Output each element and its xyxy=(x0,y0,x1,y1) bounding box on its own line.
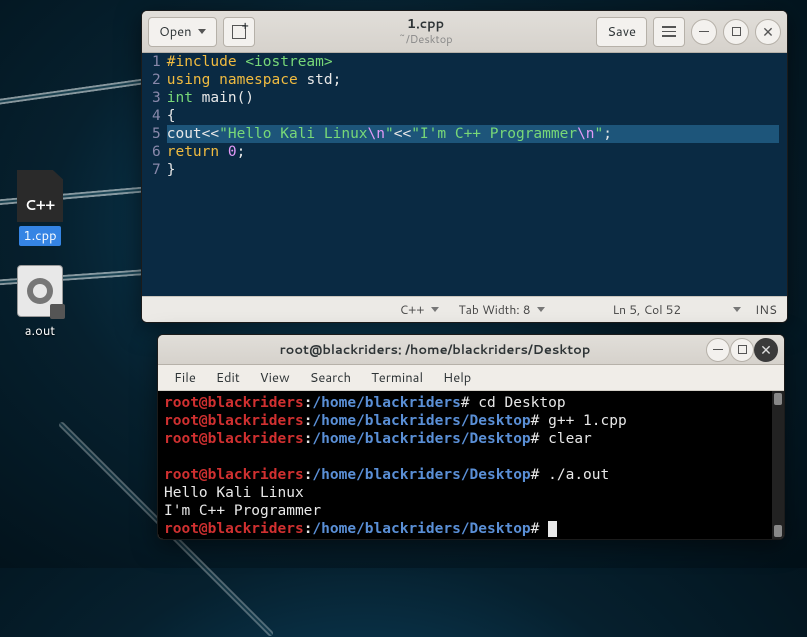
desktop-icon-aout[interactable]: a.out xyxy=(5,265,75,341)
code-content[interactable]: #include <iostream>using namespace std;i… xyxy=(167,53,787,296)
terminal-title: root@blackriders: /home/blackriders/Desk… xyxy=(164,341,706,359)
code-line[interactable]: int main() xyxy=(167,89,779,107)
cpp-file-icon: C++ xyxy=(17,170,63,222)
open-button-label: Open xyxy=(159,23,192,41)
language-selector[interactable]: C++ xyxy=(394,301,445,318)
chevron-down-icon xyxy=(198,29,206,34)
code-line[interactable]: #include <iostream> xyxy=(167,53,779,71)
terminal-line: root@blackriders:/home/blackriders/Deskt… xyxy=(164,466,778,484)
editor-title: 1.cpp ~/Desktop xyxy=(261,17,591,46)
maximize-button[interactable] xyxy=(723,19,749,45)
terminal-line: I'm C++ Programmer xyxy=(164,502,778,520)
chevron-down-icon xyxy=(537,307,545,312)
maximize-icon xyxy=(732,27,741,36)
terminal-scrollbar[interactable] xyxy=(772,391,784,539)
new-document-icon xyxy=(232,25,246,39)
save-button-label: Save xyxy=(607,23,636,41)
terminal-menubar: FileEditViewSearchTerminalHelp xyxy=(158,365,784,391)
gedit-window: Open 1.cpp ~/Desktop Save ✕ 1234567 #inc… xyxy=(141,10,788,323)
code-editor[interactable]: 1234567 #include <iostream>using namespa… xyxy=(142,53,787,296)
executable-icon xyxy=(17,265,63,317)
menu-item-search[interactable]: Search xyxy=(302,366,359,390)
menu-item-file[interactable]: File xyxy=(166,366,204,390)
desktop-icon-label: 1.cpp xyxy=(19,226,60,246)
close-icon: ✕ xyxy=(762,25,774,39)
tabwidth-label: Tab Width: 8 xyxy=(459,301,531,318)
terminal-line: Hello Kali Linux xyxy=(164,484,778,502)
minimize-icon xyxy=(699,31,709,33)
minimize-button[interactable] xyxy=(706,338,730,362)
cursor-position-label: Ln 5, Col 52 xyxy=(613,301,681,318)
close-button[interactable]: ✕ xyxy=(755,19,781,45)
open-button[interactable]: Open xyxy=(148,17,217,47)
line-number-gutter: 1234567 xyxy=(142,53,167,296)
terminal-cursor xyxy=(548,521,557,537)
code-line[interactable]: return 0; xyxy=(167,143,779,161)
insert-mode-label: INS xyxy=(755,301,777,318)
maximize-icon xyxy=(738,345,747,354)
language-label: C++ xyxy=(400,301,425,318)
terminal-window: root@blackriders: /home/blackriders/Desk… xyxy=(157,334,785,540)
desktop-icon-label: a.out xyxy=(21,321,59,341)
code-line[interactable]: using namespace std; xyxy=(167,71,779,89)
scrollbar-thumb[interactable] xyxy=(774,393,782,405)
minimize-button[interactable] xyxy=(691,19,717,45)
menu-item-terminal[interactable]: Terminal xyxy=(363,366,431,390)
terminal-line xyxy=(164,448,778,466)
cursor-position-selector[interactable]: Ln 5, Col 52 xyxy=(607,301,747,318)
desktop-icon-cpp[interactable]: C++ 1.cpp xyxy=(5,170,75,246)
terminal-line: root@blackriders:/home/blackriders/Deskt… xyxy=(164,412,778,430)
new-tab-button[interactable] xyxy=(223,17,255,47)
code-line[interactable]: { xyxy=(167,107,779,125)
maximize-button[interactable] xyxy=(730,338,754,362)
hamburger-icon xyxy=(662,26,676,37)
menu-item-help[interactable]: Help xyxy=(435,366,479,390)
chevron-down-icon xyxy=(733,307,741,312)
terminal-line: root@blackriders:/home/blackriders/Deskt… xyxy=(164,520,778,538)
menu-item-view[interactable]: View xyxy=(252,366,298,390)
close-button[interactable]: ✕ xyxy=(754,338,778,362)
menu-item-edit[interactable]: Edit xyxy=(208,366,248,390)
save-button[interactable]: Save xyxy=(596,17,647,47)
hamburger-menu-button[interactable] xyxy=(653,17,685,47)
editor-statusbar: C++ Tab Width: 8 Ln 5, Col 52 INS xyxy=(142,296,787,322)
close-icon: ✕ xyxy=(760,343,772,357)
editor-title-sub: ~/Desktop xyxy=(261,33,591,46)
terminal-body[interactable]: root@blackriders:/home/blackriders# cd D… xyxy=(158,391,784,539)
minimize-icon xyxy=(713,349,723,351)
editor-headerbar: Open 1.cpp ~/Desktop Save ✕ xyxy=(142,11,787,53)
terminal-line: root@blackriders:/home/blackriders# cd D… xyxy=(164,394,778,412)
code-line[interactable]: } xyxy=(167,161,779,179)
code-line[interactable]: cout<<"Hello Kali Linux\n"<<"I'm C++ Pro… xyxy=(167,125,779,143)
chevron-down-icon xyxy=(431,307,439,312)
terminal-line: root@blackriders:/home/blackriders/Deskt… xyxy=(164,430,778,448)
lock-icon xyxy=(50,304,65,319)
tabwidth-selector[interactable]: Tab Width: 8 xyxy=(453,301,551,318)
terminal-titlebar: root@blackriders: /home/blackriders/Desk… xyxy=(158,335,784,365)
scrollbar-thumb[interactable] xyxy=(774,525,782,537)
